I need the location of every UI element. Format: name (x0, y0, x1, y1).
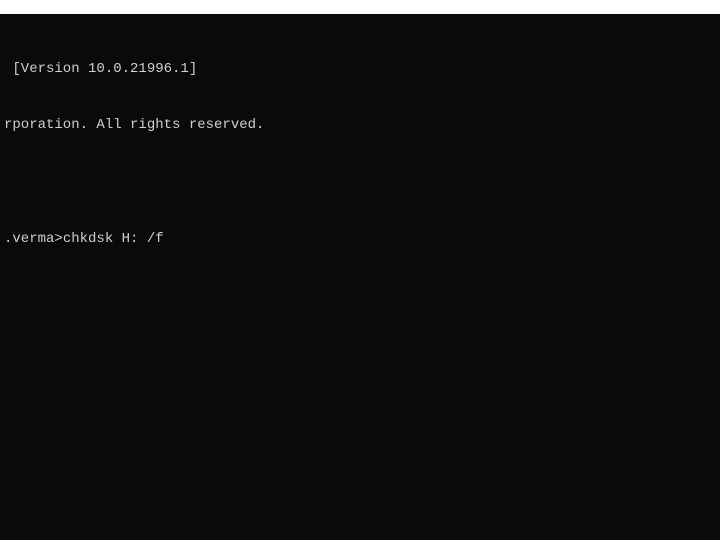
terminal-prompt: .verma> (4, 230, 63, 249)
banner-version-line: [Version 10.0.21996.1] (4, 60, 716, 79)
banner-rights-line: rporation. All rights reserved. (4, 116, 716, 135)
blank-line (4, 173, 716, 192)
prompt-line: .verma>chkdsk H: /f (4, 230, 716, 249)
window-titlebar[interactable] (0, 0, 720, 14)
terminal-command: chkdsk H: /f (63, 230, 164, 249)
terminal-pane[interactable]: [Version 10.0.21996.1] rporation. All ri… (0, 14, 720, 540)
